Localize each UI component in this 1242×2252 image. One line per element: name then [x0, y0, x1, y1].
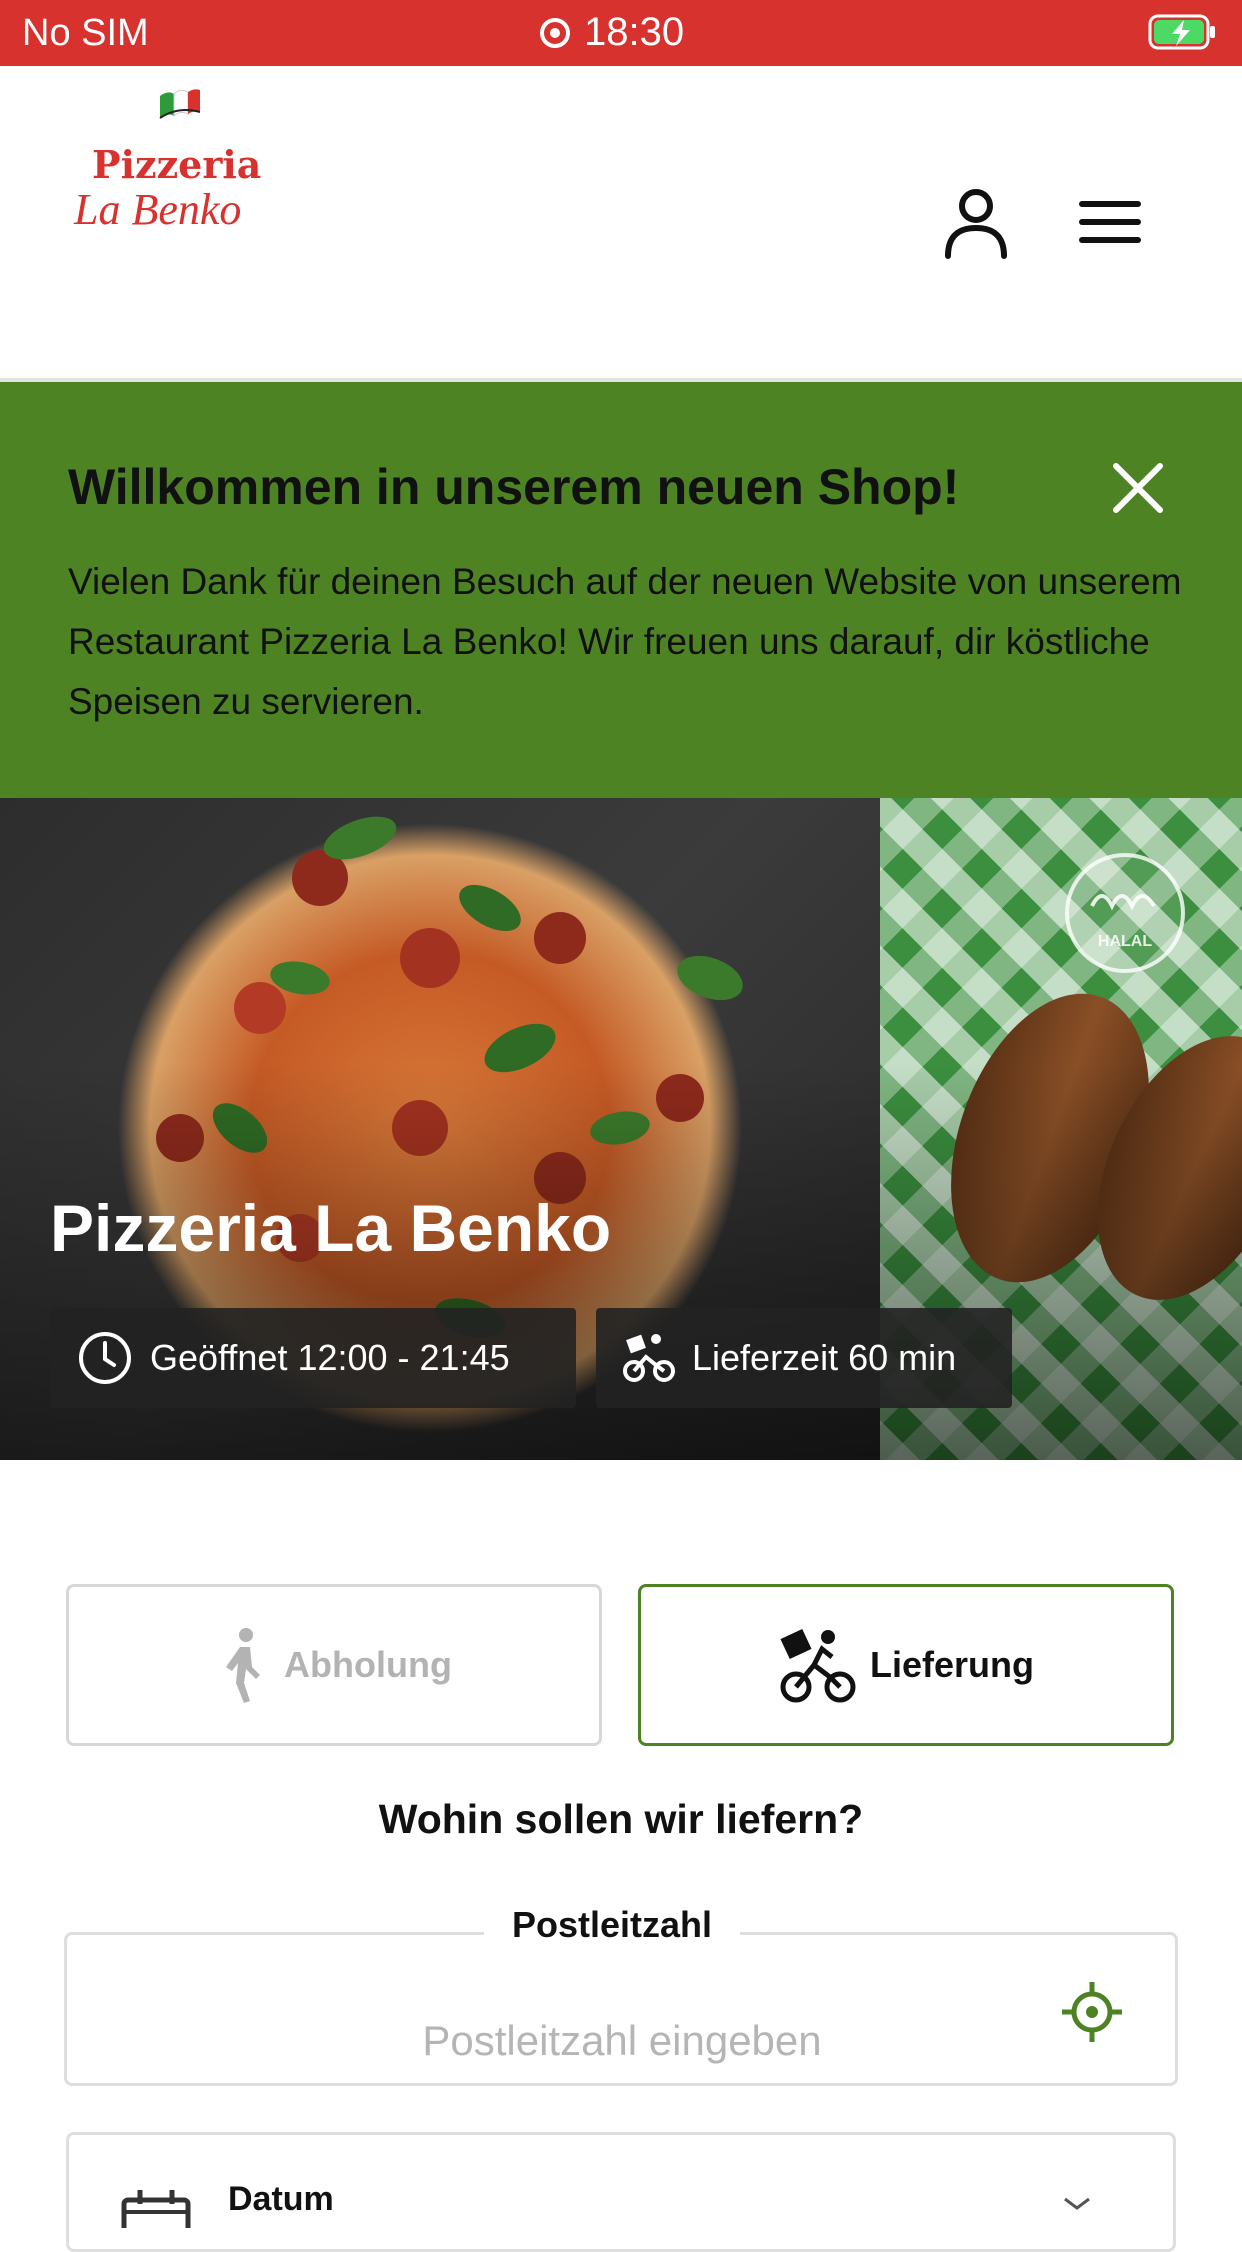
delivery-button[interactable]: Lieferung [638, 1584, 1174, 1746]
delivery-bike-icon [623, 1334, 675, 1382]
locate-crosshair-icon[interactable] [1060, 1980, 1124, 2044]
postal-code-input[interactable] [220, 2016, 1024, 2066]
pizzeria-logo[interactable]: Pizzeria La Benko [70, 86, 300, 234]
orientation-lock-icon [540, 17, 570, 48]
calendar-icon [121, 2190, 191, 2228]
clock-icon [79, 1332, 131, 1384]
restaurant-name: Pizzeria La Benko [50, 1191, 612, 1265]
delivery-label: Lieferung [869, 1644, 1034, 1685]
status-bar: No SIM 18:30 [0, 0, 1242, 66]
user-icon[interactable] [936, 182, 1016, 262]
logo-text-la-benko: La Benko [74, 185, 242, 234]
banner-text: Vielen Dank für deinen Besuch auf der ne… [68, 561, 1182, 722]
halal-badge-icon: HALAL [1065, 853, 1185, 973]
hamburger-menu-icon[interactable] [1070, 182, 1150, 262]
halal-badge-text: HALAL [1098, 933, 1152, 950]
logo-text-pizzeria: Pizzeria [92, 142, 262, 187]
clock: 18:30 [584, 10, 685, 54]
banner-title: Willkommen in unserem neuen Shop! [68, 459, 960, 515]
italian-flag-icon [159, 89, 201, 119]
opening-hours-text: Geöffnet 12:00 - 21:45 [150, 1337, 510, 1378]
battery-charging-icon [1148, 14, 1215, 50]
delivery-time-pill: Lieferzeit 60 min [596, 1308, 1012, 1408]
pickup-button[interactable]: Abholung [66, 1584, 602, 1746]
date-label: Datum [228, 2180, 334, 2218]
delivery-question: Wohin sollen wir liefern? [378, 1796, 864, 1842]
walking-icon [226, 1628, 261, 1703]
opening-hours-pill: Geöffnet 12:00 - 21:45 [50, 1308, 576, 1408]
close-icon[interactable] [1112, 462, 1164, 514]
delivery-bike-icon [780, 1628, 856, 1703]
status-center: 18:30 [540, 10, 684, 55]
pickup-label: Abholung [284, 1644, 452, 1685]
postal-code-label: Postleitzahl [484, 1904, 741, 1946]
delivery-time-text: Lieferzeit 60 min [692, 1337, 957, 1378]
carrier-label: No SIM [22, 12, 149, 54]
